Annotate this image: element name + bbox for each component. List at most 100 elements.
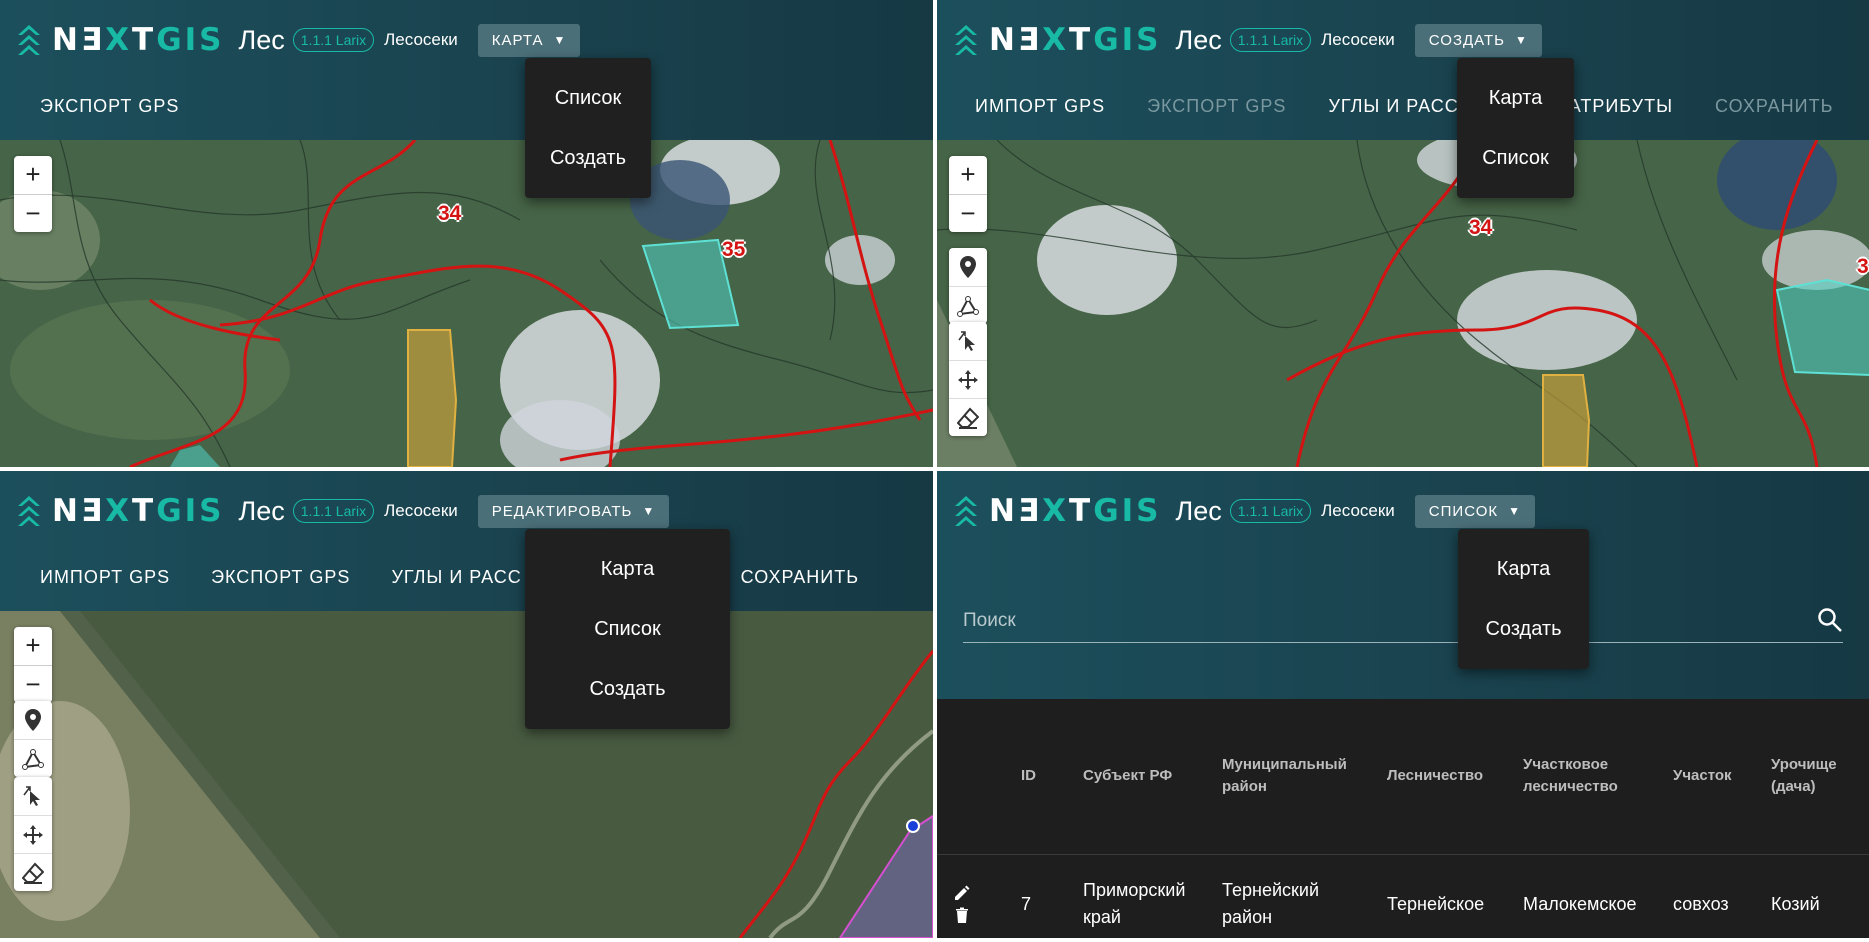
logo[interactable]: NƎXTGIS	[955, 22, 1162, 58]
column-header[interactable]: Субъект РФ	[1069, 699, 1208, 855]
data-table: ID Субъект РФ Муниципальный район Леснич…	[937, 699, 1869, 938]
zoom-out-button[interactable]: −	[949, 194, 987, 232]
draw-line-button[interactable]	[949, 286, 987, 324]
polyline-icon	[22, 748, 44, 770]
menu-item-create[interactable]: Создать	[525, 659, 730, 719]
tab-import-gps[interactable]: ИМПОРТ GPS	[975, 96, 1105, 117]
move-button[interactable]	[949, 360, 987, 398]
zoom-control: + −	[949, 156, 987, 232]
menu-item-list[interactable]: Список	[525, 599, 730, 659]
logo-text: NƎXTGIS	[989, 493, 1162, 529]
menu-item-list[interactable]: Список	[525, 68, 651, 128]
table-cell: Тернейский район	[1222, 880, 1319, 928]
mode-label: РЕДАКТИРОВАТЬ	[491, 502, 633, 520]
table-cell: Тернейское	[1387, 893, 1485, 914]
table-cell: 7	[1021, 893, 1032, 914]
menu-item-create[interactable]: Создать	[525, 128, 651, 188]
draw-tools	[949, 248, 987, 324]
delete-icon[interactable]	[953, 906, 971, 924]
column-header[interactable]: ID	[1007, 699, 1069, 855]
mode-dropdown-menu: Карта Создать	[1458, 529, 1589, 669]
column-header[interactable]: Урочище (дача)	[1757, 699, 1869, 855]
zoom-out-button[interactable]: −	[14, 665, 52, 703]
toolbar: ИМПОРТ GPS ЭКСПОРТ GPS УГЛЫ И РАСС ТЫ СО…	[40, 567, 859, 588]
section-link[interactable]: Лесосеки	[1321, 501, 1395, 521]
column-header[interactable]: Участок	[1659, 699, 1757, 855]
zoom-out-button[interactable]: −	[14, 194, 52, 232]
menu-item-create[interactable]: Создать	[1458, 599, 1589, 659]
mode-label: СПИСОК	[1428, 502, 1499, 520]
menu-item-map[interactable]: Карта	[525, 539, 730, 599]
menu-item-map[interactable]: Карта	[1457, 68, 1574, 128]
header: NƎXTGIS Лес 1.1.1 Larix Лесосеки СОЗДАТЬ…	[937, 0, 1869, 140]
column-header[interactable]: Лесничество	[1373, 699, 1509, 855]
chevron-down-icon: ▼	[1508, 504, 1521, 518]
menu-item-map[interactable]: Карта	[1458, 539, 1589, 599]
mode-dropdown-button[interactable]: СПИСОК ▼	[1414, 494, 1535, 528]
edit-vertices-button[interactable]	[14, 777, 52, 815]
version-badge: 1.1.1 Larix	[292, 28, 375, 52]
edit-vertices-button[interactable]	[949, 322, 987, 360]
column-header[interactable]: Участковое лесничество	[1509, 699, 1659, 855]
table-cell: Козий	[1771, 893, 1820, 914]
logo-text: NƎXTGIS	[52, 22, 225, 58]
section-link[interactable]: Лесосеки	[384, 30, 458, 50]
map-canvas[interactable]: 34 3 + −	[937, 140, 1869, 467]
mode-dropdown-menu: Карта Список Создать	[525, 529, 730, 729]
tab-angles-distances[interactable]: УГЛЫ И РАСС	[391, 567, 521, 588]
tab-angles-distances[interactable]: УГЛЫ И РАСС	[1328, 96, 1458, 117]
zoom-control: + −	[14, 627, 52, 703]
table-row[interactable]: 7 Приморский край Тернейский район Терне…	[937, 854, 1869, 938]
draw-line-button[interactable]	[14, 739, 52, 777]
mode-dropdown-button[interactable]: СОЗДАТЬ ▼	[1414, 23, 1542, 57]
logo[interactable]: NƎXTGIS	[18, 22, 225, 58]
cursor-edit-icon	[23, 786, 40, 806]
eraser-icon	[22, 862, 44, 884]
chevron-down-icon: ▼	[1515, 33, 1528, 47]
mode-dropdown-menu: Карта Список	[1457, 58, 1574, 198]
edit-icon[interactable]	[953, 884, 971, 902]
map-canvas[interactable]: 34 35 + −	[0, 140, 933, 467]
delete-feature-button[interactable]	[949, 398, 987, 436]
tab-import-gps[interactable]: ИМПОРТ GPS	[40, 567, 170, 588]
edit-tools	[949, 322, 987, 436]
header: NƎXTGIS Лес 1.1.1 Larix Лесосеки РЕДАКТИ…	[0, 471, 933, 611]
nextgis-logo-icon	[18, 496, 40, 526]
tab-save[interactable]: СОХРАНИТЬ	[741, 567, 859, 588]
tab-export-gps[interactable]: ЭКСПОРТ GPS	[40, 96, 179, 117]
search-icon[interactable]	[1817, 607, 1843, 633]
map-canvas[interactable]: + −	[0, 611, 933, 938]
toolbar: ЭКСПОРТ GPS	[40, 96, 179, 117]
product-name: Лес	[1175, 495, 1222, 526]
search-input[interactable]	[963, 601, 1783, 641]
map-marker-icon	[960, 256, 976, 278]
mode-dropdown-button[interactable]: КАРТА ▼	[477, 23, 581, 57]
menu-item-list[interactable]: Список	[1457, 128, 1574, 188]
parcel-label: 35	[722, 238, 746, 261]
product-name: Лес	[238, 24, 285, 55]
version-badge: 1.1.1 Larix	[1229, 499, 1312, 523]
tab-export-gps[interactable]: ЭКСПОРТ GPS	[1147, 96, 1286, 117]
mode-dropdown-button[interactable]: РЕДАКТИРОВАТЬ ▼	[477, 494, 670, 528]
move-button[interactable]	[14, 815, 52, 853]
logo-text: NƎXTGIS	[989, 22, 1162, 58]
logo[interactable]: NƎXTGIS	[955, 493, 1162, 529]
draw-point-button[interactable]	[14, 701, 52, 739]
section-link[interactable]: Лесосеки	[1321, 30, 1395, 50]
create-view-panel: NƎXTGIS Лес 1.1.1 Larix Лесосеки СОЗДАТЬ…	[937, 0, 1869, 467]
zoom-in-button[interactable]: +	[14, 156, 52, 194]
zoom-in-button[interactable]: +	[949, 156, 987, 194]
move-icon	[958, 369, 978, 390]
tab-export-gps[interactable]: ЭКСПОРТ GPS	[211, 567, 350, 588]
delete-feature-button[interactable]	[14, 853, 52, 891]
zoom-control: + −	[14, 156, 52, 232]
draw-point-button[interactable]	[949, 248, 987, 286]
tab-save[interactable]: СОХРАНИТЬ	[1715, 96, 1833, 117]
section-link[interactable]: Лесосеки	[384, 501, 458, 521]
tab-attributes[interactable]: АТРИБУТЫ	[1569, 96, 1673, 117]
logo-text: NƎXTGIS	[52, 493, 225, 529]
logo[interactable]: NƎXTGIS	[18, 493, 225, 529]
mode-label: КАРТА	[491, 31, 544, 49]
zoom-in-button[interactable]: +	[14, 627, 52, 665]
column-header[interactable]: Муниципальный район	[1208, 699, 1373, 855]
